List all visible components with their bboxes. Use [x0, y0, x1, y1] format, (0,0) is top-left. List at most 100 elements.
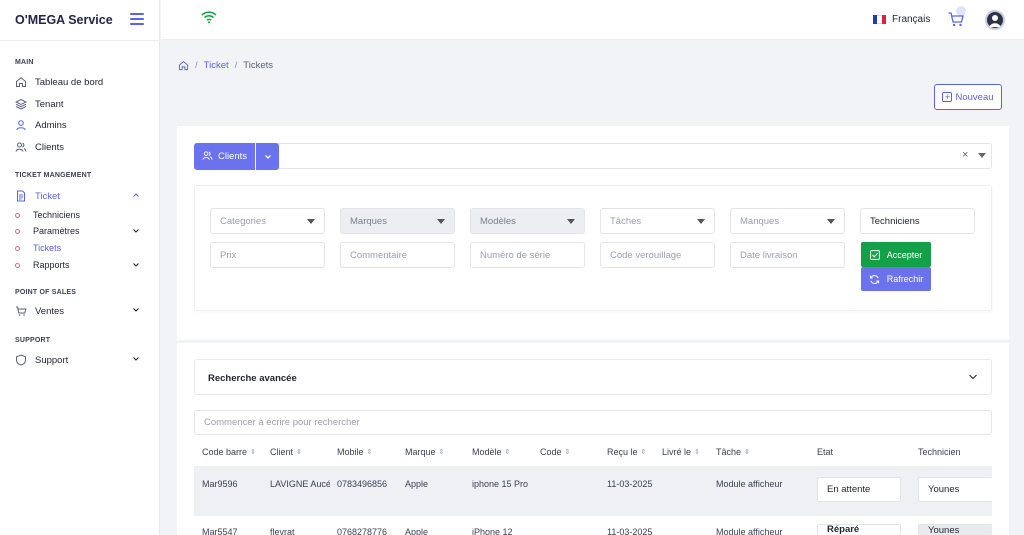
- clients-button[interactable]: Clients: [194, 143, 255, 170]
- etat-select[interactable]: Réparé: [817, 524, 901, 535]
- manques-label: Manques: [740, 215, 780, 227]
- menu-toggle-icon[interactable]: [130, 13, 144, 25]
- sidebar-item-support[interactable]: Support: [15, 352, 145, 368]
- top-bar: Français: [161, 0, 1024, 40]
- col-mobile[interactable]: Mobile ⇕: [337, 447, 372, 457]
- search-input[interactable]: Commencer à écrire pour rechercher: [194, 410, 992, 435]
- bullet-icon: [15, 228, 20, 234]
- accept-label: Accepter: [886, 249, 923, 260]
- chevron-down-icon[interactable]: [968, 372, 978, 382]
- section-title-ticket: TICKET MANGEMENT: [15, 172, 92, 179]
- sidebar-item-ventes[interactable]: Ventes: [15, 303, 145, 319]
- col-etat: Etat: [817, 447, 833, 457]
- sidebar-item-clients[interactable]: Clients: [15, 139, 145, 155]
- code-verrouillage-input[interactable]: Code verouillage: [600, 242, 715, 268]
- client-select[interactable]: [194, 143, 992, 169]
- modeles-label: Modèles: [480, 215, 516, 227]
- sidebar-item-tenant[interactable]: Tenant: [15, 96, 145, 112]
- techniciens-label: Techniciens: [870, 215, 920, 227]
- home-icon[interactable]: [178, 60, 189, 71]
- etat-select[interactable]: En attente: [817, 477, 901, 502]
- sidebar-subitem-rapports[interactable]: Rapports: [15, 258, 145, 272]
- col-code[interactable]: Code ⇕: [540, 447, 570, 457]
- breadcrumb-separator: /: [234, 60, 238, 71]
- advanced-search-label: Recherche avancée: [208, 373, 297, 384]
- bullet-icon: [15, 262, 20, 268]
- sidebar-subitem-parametres[interactable]: Paramètres: [15, 224, 145, 238]
- col-label: Marque: [405, 447, 436, 457]
- clients-dropdown-toggle[interactable]: [256, 143, 279, 170]
- modeles-select[interactable]: Modèles: [470, 208, 585, 234]
- refresh-button[interactable]: Rafrechir: [861, 267, 931, 291]
- col-label: Client: [270, 447, 294, 457]
- caret-down-icon: [827, 219, 835, 224]
- caret-down-icon: [567, 219, 575, 224]
- sidebar-item-label: Clients: [35, 141, 65, 153]
- commentaire-input[interactable]: Commentaire: [340, 242, 455, 268]
- sidebar-item-admins[interactable]: Admins: [15, 117, 145, 133]
- flag-fr-icon: [873, 15, 886, 24]
- sidebar-item-dashboard[interactable]: Tableau de bord: [15, 74, 145, 90]
- accept-button[interactable]: Accepter: [861, 242, 931, 267]
- cart-icon: [15, 305, 27, 317]
- sidebar-item-label: Ventes: [35, 305, 65, 317]
- taches-label: Tâches: [610, 215, 642, 227]
- advanced-search-toggle[interactable]: [194, 359, 992, 395]
- taches-select[interactable]: Tâches: [600, 208, 715, 234]
- caret-down-icon[interactable]: [978, 153, 986, 158]
- col-label: Livré le: [662, 447, 692, 457]
- col-label: Etat: [817, 447, 834, 457]
- clients-button-label: Clients: [217, 151, 248, 162]
- sidebar-item-label: Paramètres: [33, 226, 80, 236]
- col-client[interactable]: Client ⇕: [270, 447, 302, 457]
- new-ticket-button[interactable]: + Nouveau: [934, 84, 1002, 110]
- col-technicien: Technicien: [918, 447, 961, 457]
- avatar[interactable]: [985, 10, 1005, 30]
- sort-icon: ⇕: [438, 449, 445, 456]
- shield-icon: [15, 354, 27, 366]
- wifi-icon: [201, 10, 217, 27]
- chevron-down-icon: [131, 260, 141, 270]
- bullet-icon: [15, 245, 20, 251]
- cell-mobile: 0783496856: [337, 479, 388, 489]
- col-livre-le[interactable]: Livré le ⇕: [662, 447, 700, 457]
- sidebar-item-label: Admins: [35, 119, 67, 131]
- categories-label: Categories: [220, 215, 266, 227]
- col-code-barre[interactable]: Code barre ⇕: [202, 447, 256, 457]
- technicien-value: Younes: [928, 524, 960, 535]
- sort-icon: ⇕: [744, 449, 750, 456]
- clear-icon[interactable]: ×: [962, 149, 968, 161]
- col-recu-le[interactable]: Reçu le ⇕: [607, 447, 646, 457]
- brand-logo[interactable]: O'MEGA Service: [15, 13, 113, 27]
- categories-select[interactable]: Categories: [210, 208, 325, 234]
- section-title-main: MAIN: [15, 59, 34, 66]
- section-title-support: SUPPORT: [15, 337, 51, 344]
- caret-down-icon: [307, 219, 315, 224]
- section-title-pos: POINT OF SALES: [15, 289, 77, 296]
- breadcrumb-ticket[interactable]: Ticket: [204, 60, 229, 71]
- technicien-select[interactable]: Younes: [918, 477, 992, 502]
- sidebar-subitem-techniciens[interactable]: Techniciens: [15, 208, 80, 222]
- cell-modele: iPhone 12: [472, 527, 513, 535]
- col-marque[interactable]: Marque ⇕: [405, 447, 444, 457]
- language-selector[interactable]: Français: [873, 14, 930, 25]
- col-tache[interactable]: Tâche ⇕: [716, 447, 750, 457]
- prix-placeholder: Prix: [220, 249, 237, 261]
- prix-input[interactable]: Prix: [210, 242, 325, 268]
- manques-select[interactable]: Manques: [730, 208, 845, 234]
- marques-select[interactable]: Marques: [340, 208, 455, 234]
- breadcrumb: / Ticket / Tickets: [178, 60, 273, 71]
- technicien-select[interactable]: Younes: [918, 524, 992, 535]
- date-livraison-input[interactable]: Date livraison: [730, 242, 845, 268]
- chevron-down-icon: [264, 154, 271, 159]
- numero-serie-input[interactable]: Numéro de série: [470, 242, 585, 268]
- techniciens-select[interactable]: Techniciens: [860, 208, 975, 234]
- chevron-down-icon: [131, 226, 141, 236]
- sidebar-subitem-tickets[interactable]: Tickets: [15, 241, 61, 255]
- sidebar-item-ticket[interactable]: Ticket: [15, 188, 145, 204]
- user-icon: [15, 119, 27, 131]
- commentaire-placeholder: Commentaire: [350, 249, 408, 261]
- cart-button[interactable]: [947, 10, 967, 30]
- bullet-icon: [15, 212, 20, 218]
- col-modele[interactable]: Modèle ⇕: [472, 447, 510, 457]
